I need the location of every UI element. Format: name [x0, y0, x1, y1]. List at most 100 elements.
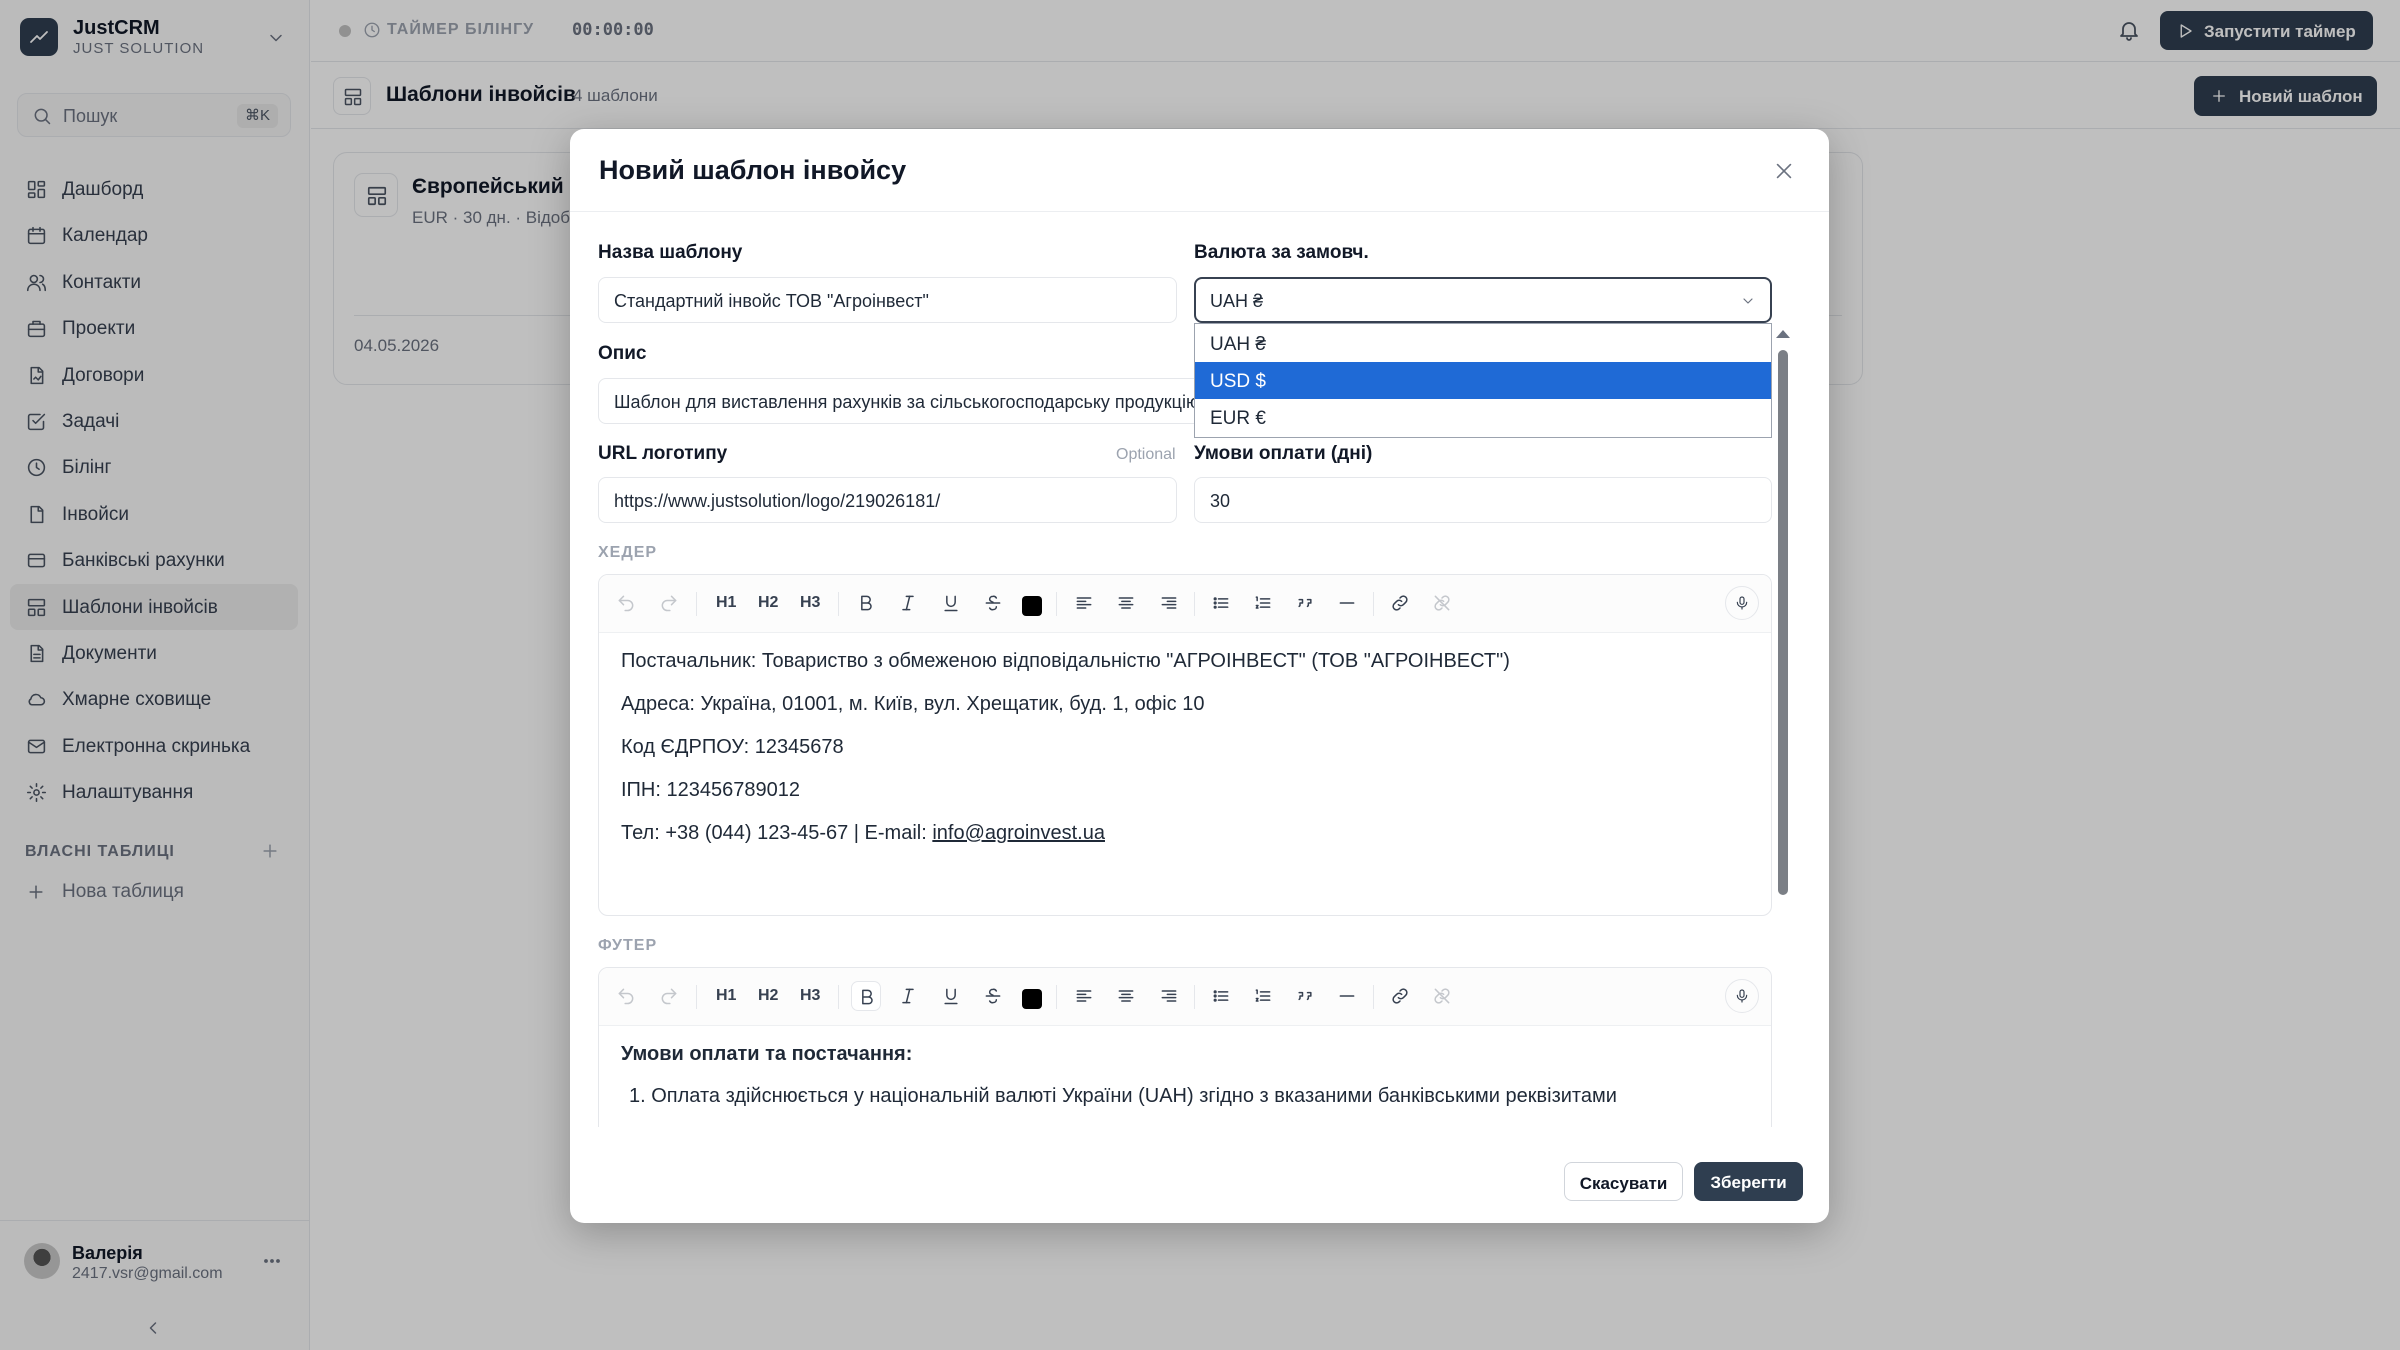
template-name-label: Назва шаблону [598, 242, 743, 263]
redo-icon[interactable] [654, 981, 684, 1011]
save-label: Зберегти [1710, 1173, 1787, 1192]
footer-section-label: ФУТЕР [598, 937, 658, 954]
quote-icon[interactable] [1290, 588, 1320, 618]
italic-icon[interactable] [893, 588, 923, 618]
heading-2-button[interactable]: H2 [758, 594, 778, 612]
toolbar-divider [1373, 592, 1374, 616]
description-value: Шаблон для виставлення рахунків за сільс… [614, 392, 1200, 412]
currency-option-usd[interactable]: USD $ [1195, 362, 1771, 399]
header-line: Код ЄДРПОУ: 12345678 [621, 736, 844, 758]
logo-url-label: URL логотипу [598, 443, 728, 464]
italic-icon[interactable] [893, 981, 923, 1011]
undo-icon[interactable] [611, 588, 641, 618]
currency-select[interactable]: UAH ₴ [1194, 277, 1772, 323]
align-left-icon[interactable] [1069, 588, 1099, 618]
unlink-icon[interactable] [1427, 588, 1457, 618]
header-line: Тел: +38 (044) 123-45-67 | E-mail: info@… [621, 819, 1749, 862]
header-content[interactable]: Постачальник: Товариство з обмеженою від… [621, 647, 1749, 862]
underline-icon[interactable] [936, 588, 966, 618]
bold-icon[interactable] [851, 588, 881, 618]
footer-list-item: 1. Оплата здійснюється у національній ва… [629, 1085, 1617, 1107]
cancel-button[interactable]: Скасувати [1564, 1162, 1683, 1201]
payment-terms-input[interactable]: 30 [1194, 477, 1772, 523]
toolbar-divider [1373, 985, 1374, 1009]
bold-icon[interactable] [851, 981, 881, 1011]
option-label: USD $ [1210, 371, 1266, 392]
toolbar-divider [696, 592, 697, 616]
footer-toolbar: H1 H2 H3 [599, 968, 1771, 1026]
dialog-header: Новий шаблон інвойсу [570, 129, 1829, 212]
currency-label: Валюта за замовч. [1194, 242, 1369, 263]
underline-icon[interactable] [936, 981, 966, 1011]
payment-terms-label: Умови оплати (дні) [1194, 443, 1373, 464]
numbered-list-icon[interactable] [1248, 981, 1278, 1011]
unlink-icon[interactable] [1427, 981, 1457, 1011]
toolbar-divider [1194, 985, 1195, 1009]
strikethrough-icon[interactable] [978, 588, 1008, 618]
header-line: Постачальник: Товариство з обмеженою від… [621, 650, 1510, 672]
header-contact-text: Тел: +38 (044) 123-45-67 | E-mail: [621, 822, 933, 844]
align-right-icon[interactable] [1154, 981, 1184, 1011]
horizontal-rule-icon[interactable] [1332, 981, 1362, 1011]
undo-icon[interactable] [611, 981, 641, 1011]
logo-url-value: https://www.justsolution/logo/219026181/ [614, 491, 941, 511]
heading-3-button[interactable]: H3 [800, 987, 820, 1005]
option-label: EUR € [1210, 408, 1266, 429]
toolbar-divider [838, 985, 839, 1009]
toolbar-divider [1056, 985, 1057, 1009]
header-line: Адреса: Україна, 01001, м. Київ, вул. Хр… [621, 693, 1205, 715]
email-link[interactable]: info@agroinvest.ua [932, 822, 1105, 844]
currency-option-eur[interactable]: EUR € [1195, 399, 1771, 436]
scroll-up-arrow[interactable] [1776, 330, 1790, 338]
currency-value: UAH ₴ [1210, 291, 1264, 311]
heading-1-button[interactable]: H1 [716, 594, 736, 612]
text-color-swatch[interactable] [1022, 989, 1042, 1009]
microphone-icon[interactable] [1725, 979, 1759, 1013]
description-label: Опис [598, 343, 647, 364]
header-toolbar: H1 H2 H3 [599, 575, 1771, 633]
align-center-icon[interactable] [1111, 588, 1141, 618]
bullet-list-icon[interactable] [1206, 588, 1236, 618]
currency-option-uah[interactable]: UAH ₴ [1195, 325, 1771, 362]
link-icon[interactable] [1385, 588, 1415, 618]
dialog-body: Назва шаблону Стандартний інвойс ТОВ "Аг… [570, 213, 1829, 1127]
align-left-icon[interactable] [1069, 981, 1099, 1011]
microphone-icon[interactable] [1725, 586, 1759, 620]
currency-dropdown: UAH ₴ USD $ EUR € [1194, 323, 1772, 438]
scroll-thumb[interactable] [1778, 350, 1788, 895]
footer-content[interactable]: Умови оплати та постачання: 1. Оплата зд… [621, 1040, 1749, 1124]
align-center-icon[interactable] [1111, 981, 1141, 1011]
text-color-swatch[interactable] [1022, 596, 1042, 616]
horizontal-rule-icon[interactable] [1332, 588, 1362, 618]
save-button[interactable]: Зберегти [1694, 1162, 1803, 1201]
quote-icon[interactable] [1290, 981, 1320, 1011]
heading-3-button[interactable]: H3 [800, 594, 820, 612]
template-name-input[interactable]: Стандартний інвойс ТОВ "Агроінвест" [598, 277, 1177, 323]
logo-url-input[interactable]: https://www.justsolution/logo/219026181/ [598, 477, 1177, 523]
footer-editor[interactable]: H1 H2 H3 Умови оплати та постачання: 1. … [598, 967, 1772, 1127]
heading-1-button[interactable]: H1 [716, 987, 736, 1005]
chevron-down-icon [1743, 298, 1753, 304]
align-right-icon[interactable] [1154, 588, 1184, 618]
header-editor[interactable]: H1 H2 H3 Постачальник: Товариство з обме… [598, 574, 1772, 916]
toolbar-divider [1056, 592, 1057, 616]
bullet-list-icon[interactable] [1206, 981, 1236, 1011]
close-icon[interactable] [1773, 160, 1795, 182]
header-line: ІПН: 123456789012 [621, 779, 800, 801]
payment-terms-value: 30 [1210, 491, 1231, 511]
strikethrough-icon[interactable] [978, 981, 1008, 1011]
redo-icon[interactable] [654, 588, 684, 618]
new-template-dialog: Новий шаблон інвойсу Назва шаблону Станд… [570, 129, 1829, 1223]
dialog-scrollbar[interactable] [1776, 330, 1790, 1100]
numbered-list-icon[interactable] [1248, 588, 1278, 618]
toolbar-divider [1194, 592, 1195, 616]
logo-optional-hint: Optional [1116, 446, 1176, 463]
toolbar-divider [838, 592, 839, 616]
cancel-label: Скасувати [1579, 1174, 1668, 1193]
template-name-value: Стандартний інвойс ТОВ "Агроінвест" [614, 291, 929, 311]
link-icon[interactable] [1385, 981, 1415, 1011]
heading-2-button[interactable]: H2 [758, 987, 778, 1005]
dialog-title: Новий шаблон інвойсу [599, 155, 907, 185]
header-section-label: ХЕДЕР [598, 544, 658, 561]
dialog-footer: Скасувати Зберегти [570, 1127, 1829, 1223]
